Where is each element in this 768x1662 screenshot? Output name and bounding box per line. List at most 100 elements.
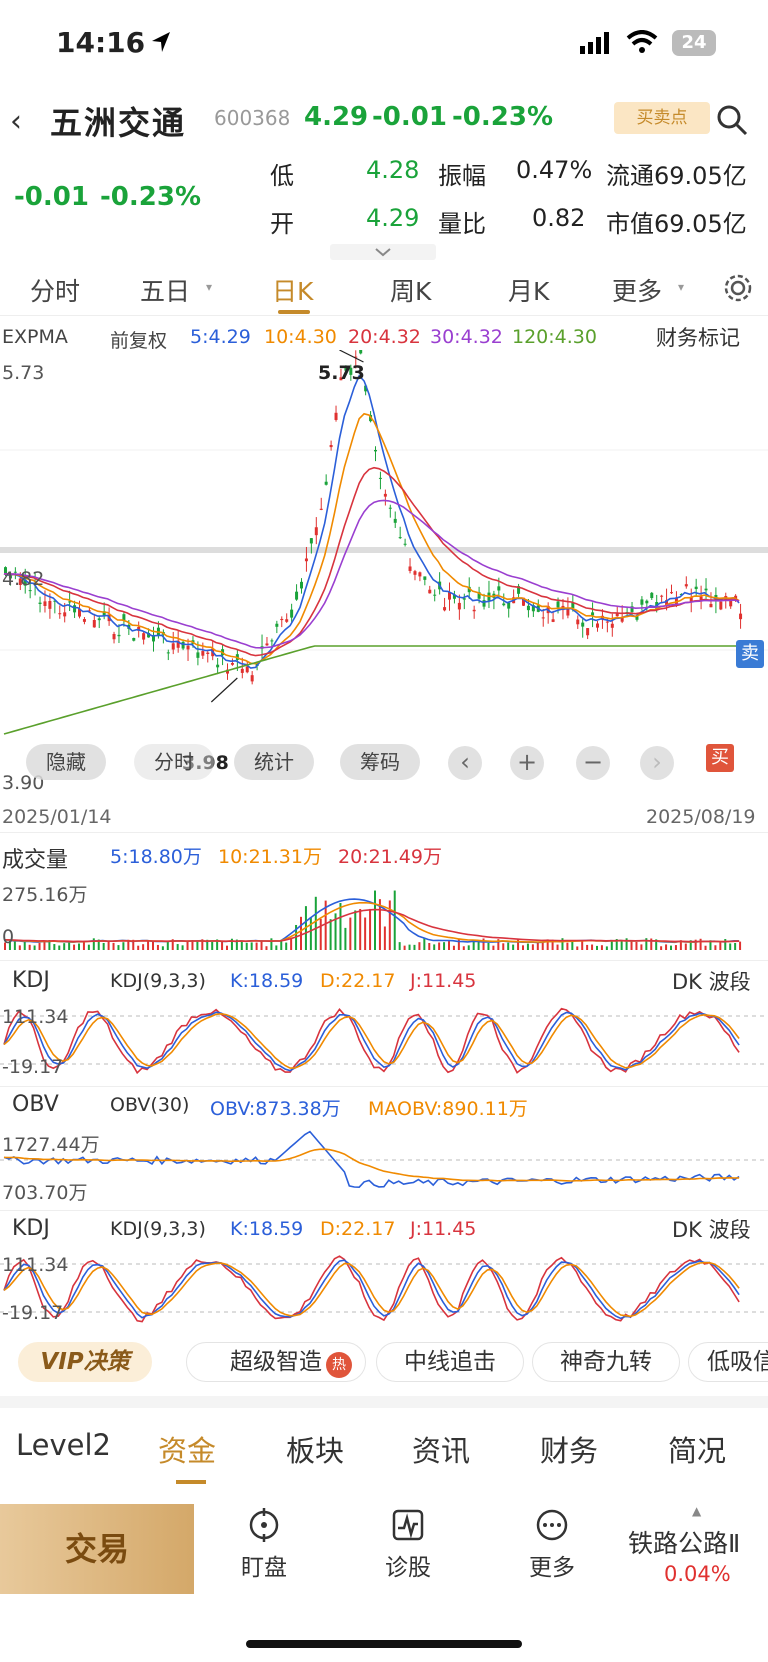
volume-bar	[53, 944, 56, 950]
candle	[581, 622, 585, 627]
sector-name[interactable]: 铁路公路Ⅱ	[628, 1524, 740, 1560]
expand-chevron-icon[interactable]	[330, 244, 436, 260]
stock-code: 600368	[214, 106, 291, 130]
scroll-left-icon[interactable]: ‹	[448, 746, 482, 780]
tab-finance[interactable]: 财务	[540, 1428, 598, 1470]
active-tab-indicator	[176, 1480, 206, 1484]
volume-bar	[635, 941, 638, 950]
zoom-in-icon[interactable]: +	[510, 746, 544, 780]
candle	[206, 652, 210, 654]
vol-ma5: 5:18.80万	[110, 846, 202, 868]
y-axis-mid: 4.82	[2, 568, 45, 590]
vip-decision-button[interactable]: VIP决策	[18, 1342, 152, 1382]
volume-bar	[102, 942, 105, 950]
volume-bar	[211, 941, 214, 950]
watch-button[interactable]: 盯盘	[224, 1508, 304, 1582]
tab-sector[interactable]: 板块	[286, 1428, 344, 1470]
kdj2-title[interactable]: KDJ	[12, 1216, 50, 1241]
trade-button[interactable]: 交易	[0, 1504, 194, 1594]
volume-bar	[142, 944, 145, 950]
more-button[interactable]: 更多	[512, 1508, 592, 1582]
obv-chart[interactable]	[0, 1120, 768, 1206]
volume-bar	[196, 940, 199, 950]
tab-more[interactable]: 更多	[612, 272, 662, 308]
volume-bar	[719, 941, 722, 950]
buy-sell-point-button[interactable]: 买卖点	[614, 102, 710, 134]
float-cap-value: 69.05亿	[654, 162, 747, 190]
adjust-mode[interactable]: 前复权	[110, 326, 167, 353]
statistics-button[interactable]: 统计	[234, 744, 314, 780]
candle	[166, 652, 170, 654]
obv-title[interactable]: OBV	[12, 1092, 59, 1117]
candle	[97, 618, 101, 621]
vol-y-top: 275.16万	[2, 884, 88, 906]
candle	[285, 619, 289, 622]
candle	[280, 618, 284, 621]
candle	[433, 594, 437, 596]
kdj2-band-button[interactable]: DK 波段	[672, 1214, 751, 1244]
kdj1-chart[interactable]	[0, 996, 768, 1082]
chip-midline[interactable]: 中线追击	[376, 1342, 524, 1382]
volume-chart[interactable]	[0, 870, 768, 954]
target-icon	[249, 1508, 279, 1542]
vol-y-zero: 0	[2, 926, 15, 948]
candle	[497, 586, 501, 591]
kdj1-band-button[interactable]: DK 波段	[672, 966, 751, 996]
volume-bar	[640, 944, 643, 950]
zoom-out-icon[interactable]: −	[576, 746, 610, 780]
low-label: 低	[270, 162, 294, 190]
bottom-action-bar: 交易 盯盘 诊股 更多 ▲ 铁路公路Ⅱ 0.04%	[0, 1504, 768, 1604]
tab-monthly-k[interactable]: 月K	[508, 272, 549, 308]
chip-low-buy[interactable]: 低吸信	[688, 1342, 768, 1382]
volume-bar	[393, 890, 396, 950]
hide-button[interactable]: 隐藏	[26, 744, 106, 780]
kdj1-title[interactable]: KDJ	[12, 968, 50, 993]
candle	[142, 633, 146, 640]
volume-bar	[620, 940, 623, 950]
candle	[596, 623, 599, 628]
obv-y-bottom: 703.70万	[2, 1182, 88, 1204]
tab-funds[interactable]: 资金	[158, 1428, 216, 1470]
more-label: 更多	[529, 1555, 575, 1581]
watch-label: 盯盘	[241, 1555, 287, 1581]
kdj2-y-top: 111.34	[2, 1254, 69, 1276]
kdj2-chart[interactable]	[0, 1244, 768, 1328]
header-change: -0.01	[372, 102, 447, 132]
diagnose-button[interactable]: 诊股	[368, 1508, 448, 1582]
intraday-button[interactable]: 分时	[134, 744, 214, 780]
volume-bar	[265, 946, 268, 950]
expma-indicator[interactable]: EXPMA	[2, 326, 68, 348]
tab-weekly-k[interactable]: 周K	[390, 272, 431, 308]
divider	[0, 1086, 768, 1087]
candle	[507, 602, 511, 609]
volume-bar	[605, 946, 608, 950]
finance-mark-button[interactable]: 财务标记	[656, 322, 740, 352]
volume-bar	[300, 916, 302, 950]
kdj-j-line	[3, 1007, 740, 1075]
date-start: 2025/01/14	[2, 806, 112, 828]
tab-news[interactable]: 资讯	[412, 1428, 470, 1470]
scroll-right-icon[interactable]: ›	[640, 746, 674, 780]
sell-marker[interactable]: 卖	[736, 640, 764, 668]
candle	[63, 612, 67, 617]
volume-bar	[38, 942, 41, 950]
volume-bar	[369, 908, 372, 950]
candle	[551, 619, 555, 622]
volume-bar	[18, 945, 21, 950]
chips-button[interactable]: 筹码	[340, 744, 420, 780]
back-button[interactable]: ‹	[10, 104, 22, 139]
tab-profile[interactable]: 简况	[668, 1428, 726, 1470]
tab-level2[interactable]: Level2	[16, 1428, 111, 1462]
candle	[374, 449, 377, 452]
kdj2-y-bottom: -19.17	[2, 1302, 64, 1324]
volume-bar	[566, 942, 569, 950]
chip-magic-nine[interactable]: 神奇九转	[532, 1342, 680, 1382]
kline-chart[interactable]	[0, 350, 768, 808]
settings-icon[interactable]	[722, 272, 754, 304]
search-icon[interactable]	[716, 104, 748, 136]
tab-five-day[interactable]: 五日	[140, 272, 190, 308]
buy-marker[interactable]: 买	[706, 744, 734, 772]
tab-daily-k[interactable]: 日K	[272, 272, 313, 308]
kdj1-y-top: 111.34	[2, 1006, 69, 1028]
tab-intraday[interactable]: 分时	[30, 272, 80, 308]
